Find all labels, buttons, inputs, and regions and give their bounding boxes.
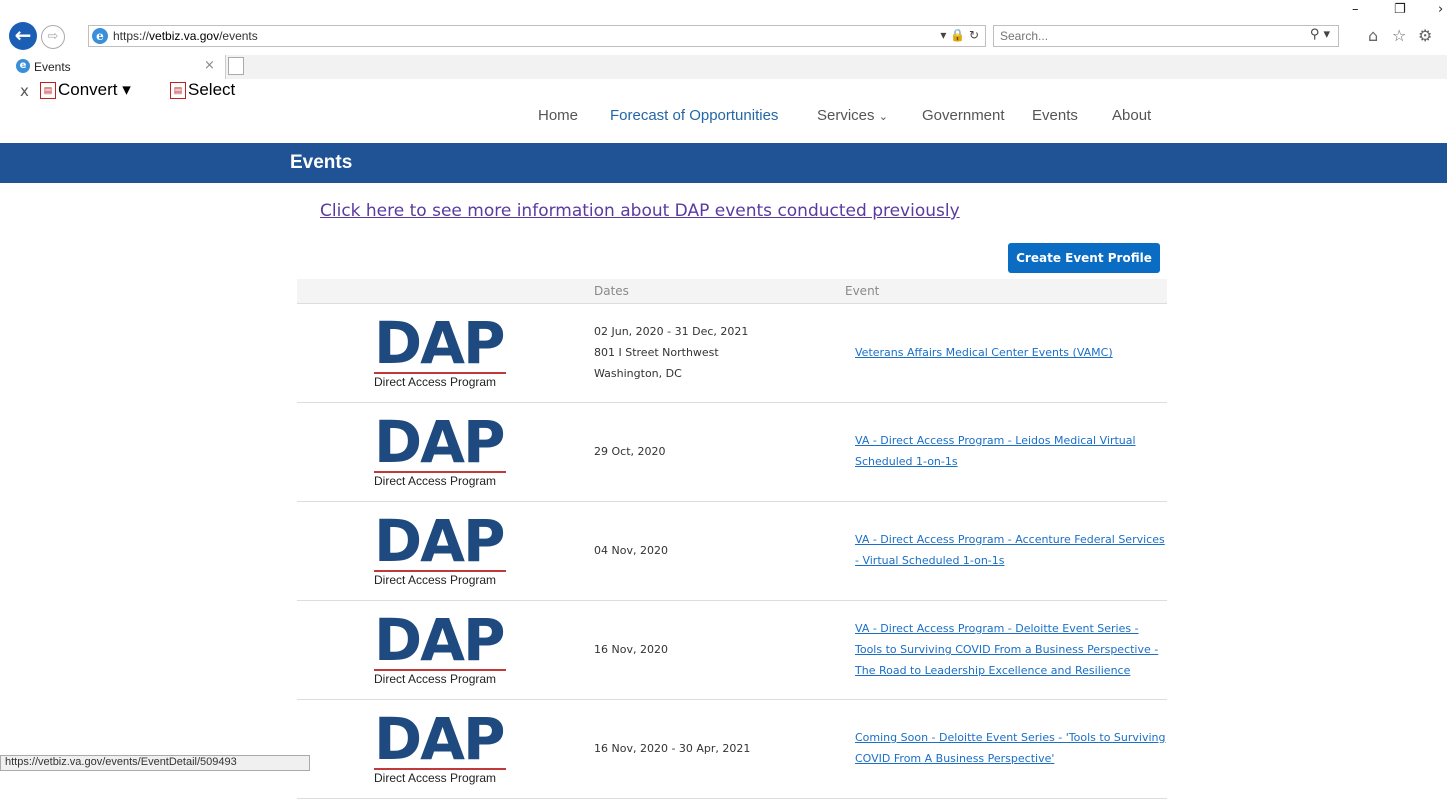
event-link[interactable]: VA - Direct Access Program - Deloitte Ev… bbox=[855, 622, 1158, 677]
favorites-star-icon[interactable]: ☆ bbox=[1392, 26, 1406, 45]
command-bar: x ▤ Convert ▾ ▤ Select bbox=[0, 80, 1447, 104]
dap-previous-events-link[interactable]: Click here to see more information about… bbox=[320, 201, 960, 221]
chevron-down-icon: ⌄ bbox=[878, 111, 888, 123]
pdf-icon: ▤ bbox=[40, 82, 56, 99]
nav-forecast[interactable]: Forecast of Opportunities bbox=[610, 107, 778, 124]
url-text: https://vetbiz.va.gov/events bbox=[113, 29, 258, 43]
search-box[interactable]: ⚲ ▾ bbox=[993, 25, 1339, 47]
close-window-icon[interactable]: › bbox=[1438, 2, 1443, 17]
gear-icon[interactable]: ⚙ bbox=[1418, 26, 1432, 45]
back-arrow-icon[interactable]: ← bbox=[9, 22, 37, 50]
close-toolbar-icon[interactable]: x bbox=[20, 82, 29, 100]
event-link[interactable]: VA - Direct Access Program - Accenture F… bbox=[855, 533, 1165, 567]
date-cell: 29 Oct, 2020 bbox=[594, 445, 666, 458]
create-event-profile-button[interactable]: Create Event Profile bbox=[1008, 243, 1160, 273]
lock-refresh-icon[interactable]: ▾ 🔒 ↻ bbox=[940, 28, 979, 42]
table-row: DAP Direct Access Program 04 Nov, 2020 V… bbox=[297, 502, 1167, 601]
event-cell: Veterans Affairs Medical Center Events (… bbox=[855, 342, 1167, 363]
table-header: Dates Event bbox=[297, 279, 1167, 304]
pdf-select-icon: ▤ bbox=[170, 82, 186, 99]
dap-logo: DAP Direct Access Program bbox=[374, 709, 509, 785]
new-tab-icon[interactable] bbox=[228, 57, 244, 75]
event-link[interactable]: Coming Soon - Deloitte Event Series - 'T… bbox=[855, 731, 1166, 765]
date-cell: 16 Nov, 2020 - 30 Apr, 2021 bbox=[594, 742, 751, 755]
dap-logo: DAP Direct Access Program bbox=[374, 610, 509, 686]
search-input[interactable] bbox=[998, 28, 1292, 44]
date-cell: 04 Nov, 2020 bbox=[594, 544, 668, 557]
nav-events[interactable]: Events bbox=[1032, 107, 1078, 124]
event-cell: VA - Direct Access Program - Leidos Medi… bbox=[855, 430, 1167, 472]
convert-button[interactable]: ▤ Convert ▾ bbox=[40, 80, 131, 100]
tab-events[interactable]: e Events × bbox=[0, 55, 226, 79]
event-link[interactable]: VA - Direct Access Program - Leidos Medi… bbox=[855, 434, 1136, 468]
header-event: Event bbox=[845, 284, 880, 298]
page-banner: Events bbox=[0, 143, 1447, 183]
table-row: DAP Direct Access Program 16 Nov, 2020 V… bbox=[297, 601, 1167, 700]
table-row: DAP Direct Access Program 02 Jun, 2020 -… bbox=[297, 304, 1167, 403]
date-cell: 02 Jun, 2020 - 31 Dec, 2021 801 I Street… bbox=[594, 325, 749, 380]
nav-services[interactable]: Services ⌄ bbox=[817, 107, 888, 124]
select-button[interactable]: ▤ Select bbox=[170, 80, 235, 100]
event-cell: Coming Soon - Deloitte Event Series - 'T… bbox=[855, 727, 1167, 769]
address-bar[interactable]: e https://vetbiz.va.gov/events ▾ 🔒 ↻ bbox=[88, 25, 986, 47]
date-cell: 16 Nov, 2020 bbox=[594, 643, 668, 656]
home-icon[interactable]: ⌂ bbox=[1368, 26, 1378, 45]
forward-arrow-icon[interactable]: ⇨ bbox=[41, 25, 65, 49]
tab-strip: e Events × bbox=[0, 55, 1447, 79]
nav-about[interactable]: About bbox=[1112, 107, 1151, 124]
ie-icon: e bbox=[16, 59, 30, 73]
close-tab-icon[interactable]: × bbox=[204, 58, 215, 73]
nav-home[interactable]: Home bbox=[538, 107, 578, 124]
table-row: DAP Direct Access Program 16 Nov, 2020 -… bbox=[297, 700, 1167, 799]
dap-logo: DAP Direct Access Program bbox=[374, 511, 509, 587]
nav-government[interactable]: Government bbox=[922, 107, 1005, 124]
page-title: Events bbox=[290, 152, 353, 173]
status-bar: https://vetbiz.va.gov/events/EventDetail… bbox=[0, 755, 310, 771]
event-link[interactable]: Veterans Affairs Medical Center Events (… bbox=[855, 346, 1113, 359]
search-icon[interactable]: ⚲ ▾ bbox=[1310, 27, 1330, 42]
tab-title: Events bbox=[34, 60, 71, 74]
ie-icon: e bbox=[92, 28, 108, 44]
table-row: DAP Direct Access Program 29 Oct, 2020 V… bbox=[297, 403, 1167, 502]
restore-icon[interactable]: ❐ bbox=[1394, 2, 1406, 17]
event-cell: VA - Direct Access Program - Deloitte Ev… bbox=[855, 618, 1167, 681]
dap-logo: DAP Direct Access Program bbox=[374, 412, 509, 488]
event-cell: VA - Direct Access Program - Accenture F… bbox=[855, 529, 1167, 571]
header-dates: Dates bbox=[594, 284, 629, 298]
dap-logo: DAP Direct Access Program bbox=[374, 313, 509, 389]
minimize-icon[interactable]: – bbox=[1352, 2, 1359, 17]
